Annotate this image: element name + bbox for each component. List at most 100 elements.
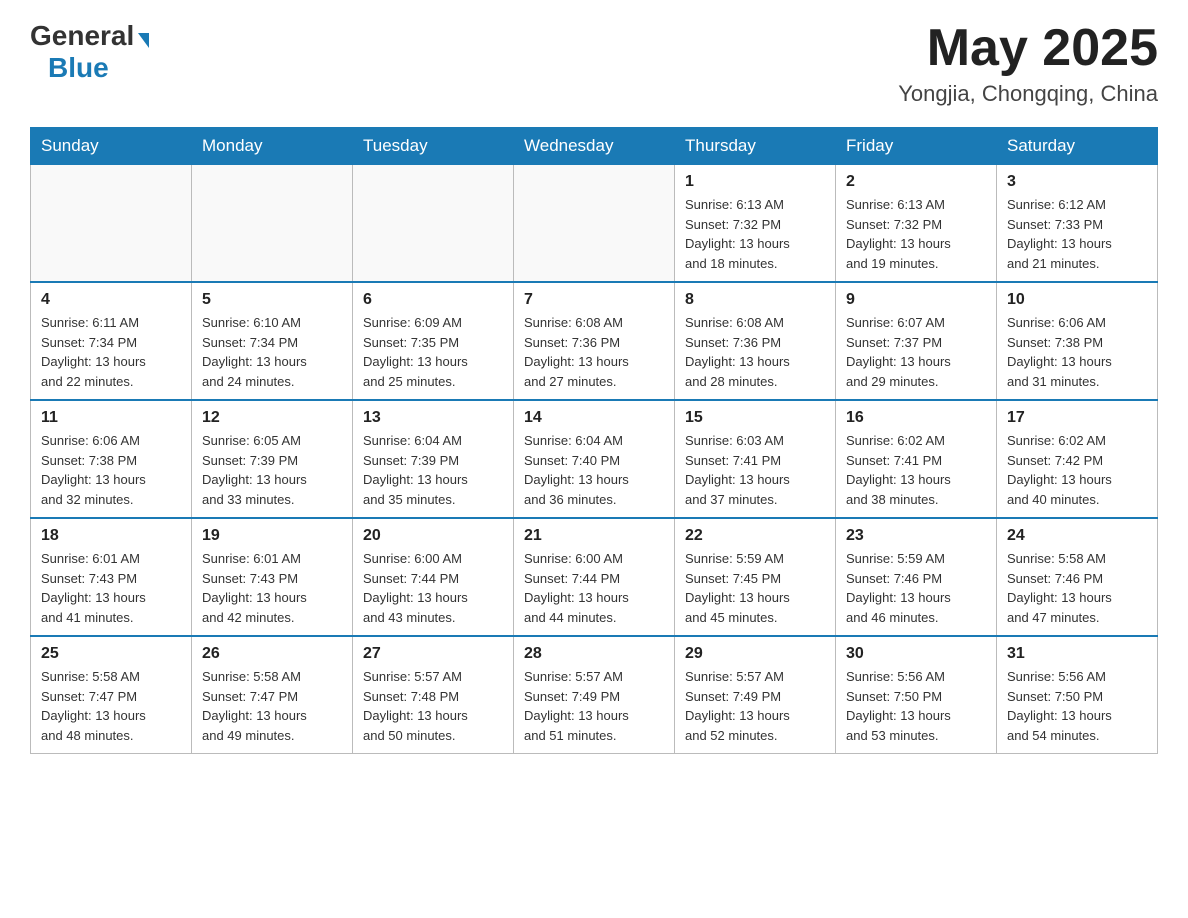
day-number: 18 [41, 527, 181, 545]
day-number: 20 [363, 527, 503, 545]
location-title: Yongjia, Chongqing, China [898, 81, 1158, 107]
day-info: Sunrise: 5:56 AMSunset: 7:50 PMDaylight:… [846, 667, 986, 745]
day-info: Sunrise: 5:59 AMSunset: 7:45 PMDaylight:… [685, 549, 825, 627]
day-info: Sunrise: 6:06 AMSunset: 7:38 PMDaylight:… [1007, 313, 1147, 391]
day-info: Sunrise: 6:13 AMSunset: 7:32 PMDaylight:… [846, 195, 986, 273]
logo-triangle-icon [138, 33, 149, 48]
day-info: Sunrise: 6:02 AMSunset: 7:42 PMDaylight:… [1007, 431, 1147, 509]
day-number: 7 [524, 291, 664, 309]
day-info: Sunrise: 6:04 AMSunset: 7:40 PMDaylight:… [524, 431, 664, 509]
day-number: 26 [202, 645, 342, 663]
day-number: 24 [1007, 527, 1147, 545]
calendar-week-2: 4Sunrise: 6:11 AMSunset: 7:34 PMDaylight… [31, 282, 1158, 400]
calendar-cell: 2Sunrise: 6:13 AMSunset: 7:32 PMDaylight… [836, 165, 997, 283]
day-info: Sunrise: 6:06 AMSunset: 7:38 PMDaylight:… [41, 431, 181, 509]
calendar-header-friday: Friday [836, 128, 997, 165]
day-info: Sunrise: 6:01 AMSunset: 7:43 PMDaylight:… [41, 549, 181, 627]
day-info: Sunrise: 6:07 AMSunset: 7:37 PMDaylight:… [846, 313, 986, 391]
calendar-header-sunday: Sunday [31, 128, 192, 165]
day-info: Sunrise: 5:57 AMSunset: 7:48 PMDaylight:… [363, 667, 503, 745]
day-number: 10 [1007, 291, 1147, 309]
day-info: Sunrise: 5:59 AMSunset: 7:46 PMDaylight:… [846, 549, 986, 627]
calendar-header-row: SundayMondayTuesdayWednesdayThursdayFrid… [31, 128, 1158, 165]
day-number: 31 [1007, 645, 1147, 663]
calendar-cell: 4Sunrise: 6:11 AMSunset: 7:34 PMDaylight… [31, 282, 192, 400]
day-number: 8 [685, 291, 825, 309]
calendar-cell: 3 Sunrise: 6:12 AMSunset: 7:33 PMDaylight… [997, 165, 1158, 283]
day-info: Sunrise: 6:04 AMSunset: 7:39 PMDaylight:… [363, 431, 503, 509]
calendar-cell: 22Sunrise: 5:59 AMSunset: 7:45 PMDayligh… [675, 518, 836, 636]
day-number: 1 [685, 173, 825, 191]
calendar-header-thursday: Thursday [675, 128, 836, 165]
calendar-cell: 7 Sunrise: 6:08 AMSunset: 7:36 PMDaylight… [514, 282, 675, 400]
calendar-cell: 19 Sunrise: 6:01 AMSunset: 7:43 PMDayligh… [192, 518, 353, 636]
day-info: Sunrise: 6:08 AMSunset: 7:36 PMDaylight:… [685, 313, 825, 391]
calendar-cell: 18 Sunrise: 6:01 AMSunset: 7:43 PMDayligh… [31, 518, 192, 636]
day-info: Sunrise: 6:08 AMSunset: 7:36 PMDaylight:… [524, 313, 664, 391]
day-number: 15 [685, 409, 825, 427]
day-number: 28 [524, 645, 664, 663]
calendar-cell [31, 165, 192, 283]
calendar-cell: 25Sunrise: 5:58 AMSunset: 7:47 PMDayligh… [31, 636, 192, 754]
calendar-cell: 29Sunrise: 5:57 AMSunset: 7:49 PMDayligh… [675, 636, 836, 754]
day-number: 13 [363, 409, 503, 427]
day-info: Sunrise: 6:02 AMSunset: 7:41 PMDaylight:… [846, 431, 986, 509]
day-number: 21 [524, 527, 664, 545]
day-number: 5 [202, 291, 342, 309]
calendar-header-saturday: Saturday [997, 128, 1158, 165]
day-info: Sunrise: 6:09 AMSunset: 7:35 PMDaylight:… [363, 313, 503, 391]
day-info: Sunrise: 5:58 AMSunset: 7:47 PMDaylight:… [202, 667, 342, 745]
calendar-cell: 8 Sunrise: 6:08 AMSunset: 7:36 PMDaylight… [675, 282, 836, 400]
calendar-cell: 26 Sunrise: 5:58 AMSunset: 7:47 PMDayligh… [192, 636, 353, 754]
calendar-cell: 11 Sunrise: 6:06 AMSunset: 7:38 PMDayligh… [31, 400, 192, 518]
page-header: General Blue May 2025 Yongjia, Chongqing… [30, 20, 1158, 107]
calendar-cell: 9 Sunrise: 6:07 AMSunset: 7:37 PMDaylight… [836, 282, 997, 400]
calendar-header-tuesday: Tuesday [353, 128, 514, 165]
calendar-cell: 10 Sunrise: 6:06 AMSunset: 7:38 PMDayligh… [997, 282, 1158, 400]
logo-blue-text: Blue [48, 52, 109, 84]
title-area: May 2025 Yongjia, Chongqing, China [898, 20, 1158, 107]
day-number: 27 [363, 645, 503, 663]
calendar-week-1: 1 Sunrise: 6:13 AMSunset: 7:32 PMDaylight… [31, 165, 1158, 283]
day-info: Sunrise: 6:01 AMSunset: 7:43 PMDaylight:… [202, 549, 342, 627]
calendar-week-3: 11 Sunrise: 6:06 AMSunset: 7:38 PMDayligh… [31, 400, 1158, 518]
calendar-cell: 1Sunrise: 6:13 AMSunset: 7:32 PMDaylight… [675, 165, 836, 283]
calendar-cell: 28 Sunrise: 5:57 AMSunset: 7:49 PMDayligh… [514, 636, 675, 754]
day-info: Sunrise: 6:00 AMSunset: 7:44 PMDaylight:… [363, 549, 503, 627]
calendar-table: SundayMondayTuesdayWednesdayThursdayFrid… [30, 127, 1158, 754]
day-number: 19 [202, 527, 342, 545]
day-number: 11 [41, 409, 181, 427]
calendar-cell: 5 Sunrise: 6:10 AMSunset: 7:34 PMDaylight… [192, 282, 353, 400]
calendar-cell [514, 165, 675, 283]
logo: General Blue [30, 20, 149, 84]
day-info: Sunrise: 6:05 AMSunset: 7:39 PMDaylight:… [202, 431, 342, 509]
day-info: Sunrise: 6:10 AMSunset: 7:34 PMDaylight:… [202, 313, 342, 391]
logo-general-text: General [30, 20, 134, 52]
day-number: 23 [846, 527, 986, 545]
day-info: Sunrise: 5:58 AMSunset: 7:46 PMDaylight:… [1007, 549, 1147, 627]
calendar-header-monday: Monday [192, 128, 353, 165]
day-info: Sunrise: 5:57 AMSunset: 7:49 PMDaylight:… [524, 667, 664, 745]
day-number: 9 [846, 291, 986, 309]
calendar-week-4: 18 Sunrise: 6:01 AMSunset: 7:43 PMDayligh… [31, 518, 1158, 636]
calendar-cell [353, 165, 514, 283]
calendar-cell: 31 Sunrise: 5:56 AMSunset: 7:50 PMDayligh… [997, 636, 1158, 754]
calendar-week-5: 25Sunrise: 5:58 AMSunset: 7:47 PMDayligh… [31, 636, 1158, 754]
calendar-cell: 20 Sunrise: 6:00 AMSunset: 7:44 PMDayligh… [353, 518, 514, 636]
day-info: Sunrise: 6:12 AMSunset: 7:33 PMDaylight:… [1007, 195, 1147, 273]
day-number: 12 [202, 409, 342, 427]
calendar-cell: 17Sunrise: 6:02 AMSunset: 7:42 PMDayligh… [997, 400, 1158, 518]
calendar-cell: 30Sunrise: 5:56 AMSunset: 7:50 PMDayligh… [836, 636, 997, 754]
day-number: 3 [1007, 173, 1147, 191]
day-info: Sunrise: 5:56 AMSunset: 7:50 PMDaylight:… [1007, 667, 1147, 745]
calendar-cell: 13 Sunrise: 6:04 AMSunset: 7:39 PMDayligh… [353, 400, 514, 518]
calendar-cell: 12 Sunrise: 6:05 AMSunset: 7:39 PMDayligh… [192, 400, 353, 518]
day-info: Sunrise: 6:00 AMSunset: 7:44 PMDaylight:… [524, 549, 664, 627]
day-number: 6 [363, 291, 503, 309]
month-title: May 2025 [898, 20, 1158, 77]
calendar-cell: 27 Sunrise: 5:57 AMSunset: 7:48 PMDayligh… [353, 636, 514, 754]
calendar-cell: 14Sunrise: 6:04 AMSunset: 7:40 PMDayligh… [514, 400, 675, 518]
calendar-header-wednesday: Wednesday [514, 128, 675, 165]
day-info: Sunrise: 6:11 AMSunset: 7:34 PMDaylight:… [41, 313, 181, 391]
day-info: Sunrise: 6:03 AMSunset: 7:41 PMDaylight:… [685, 431, 825, 509]
